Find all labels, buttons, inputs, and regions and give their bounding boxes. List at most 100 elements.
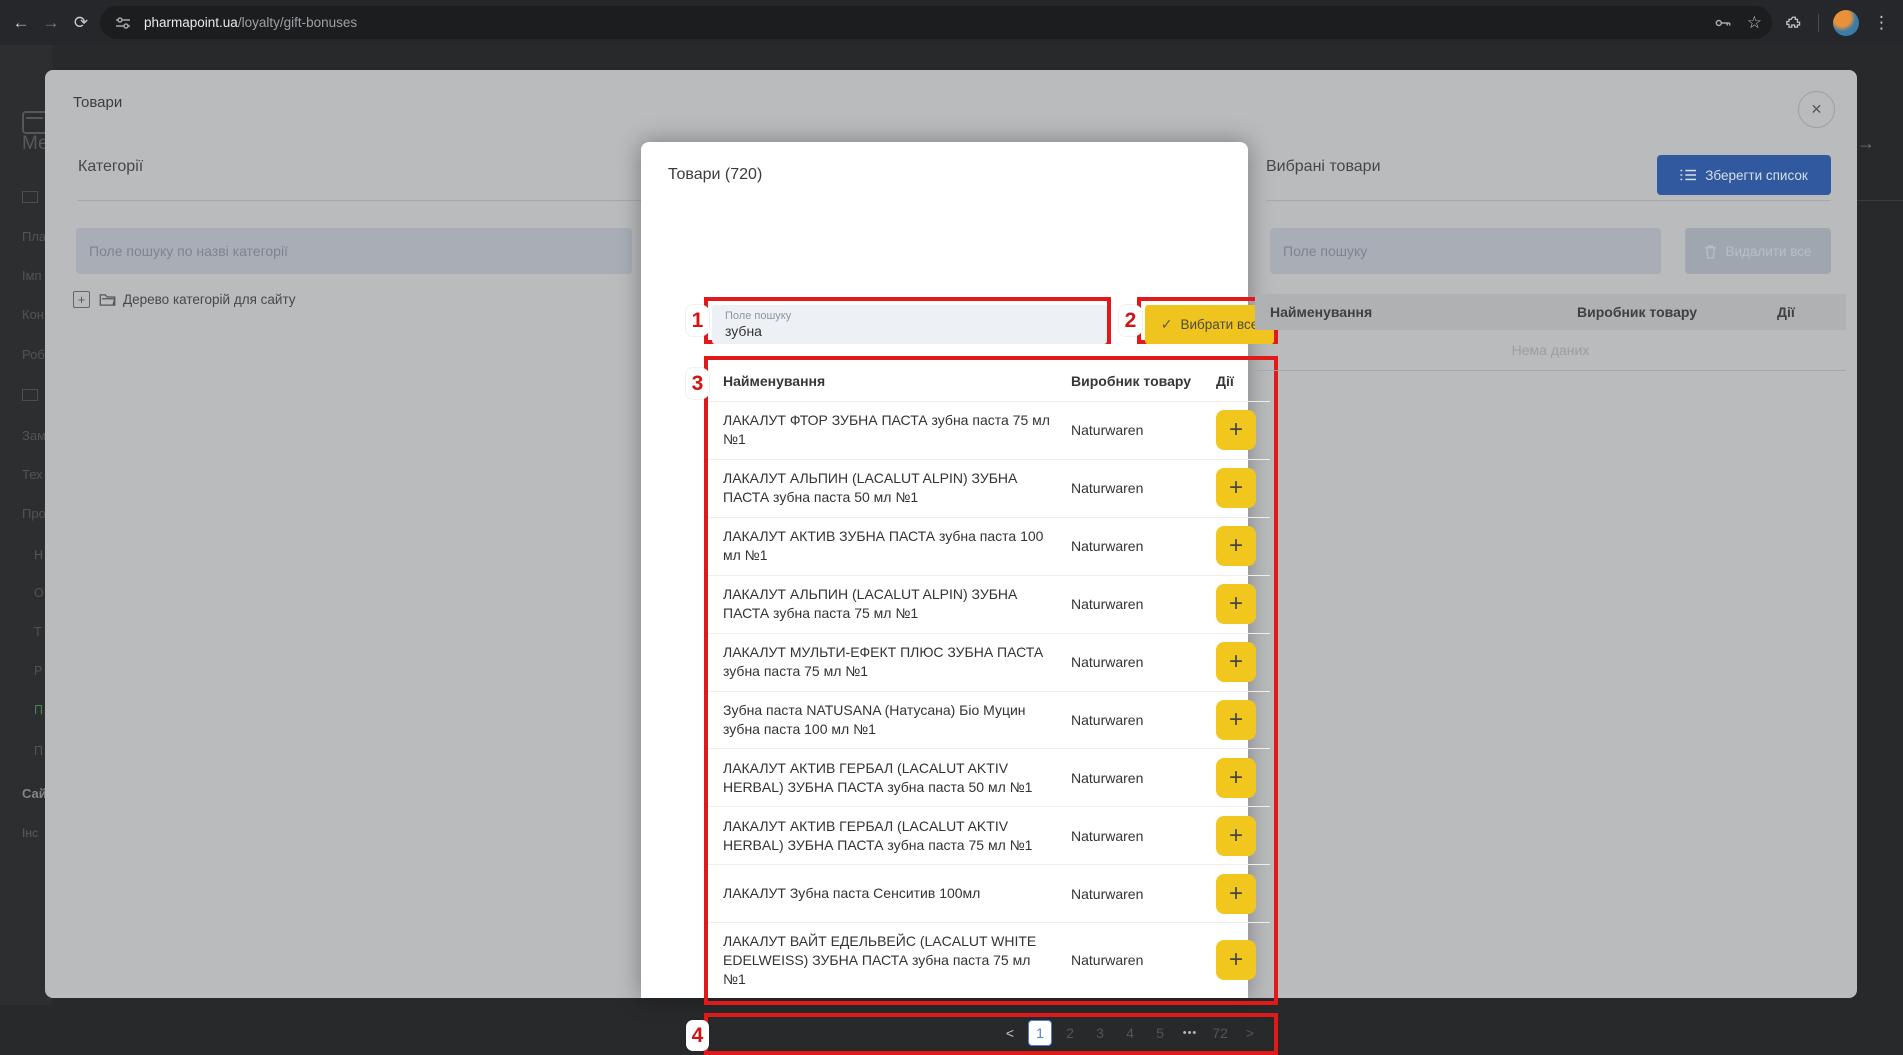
add-product-button[interactable]: + <box>1216 468 1256 508</box>
add-product-button[interactable]: + <box>1216 816 1256 856</box>
table-row: ЛАКАЛУТ АЛЬПИН (LACALUT ALPIN) ЗУБНА ПАС… <box>708 460 1270 518</box>
pagination-next[interactable]: > <box>1238 1020 1262 1046</box>
url-host: pharmapoint.ua <box>144 15 238 30</box>
unordered-list-icon <box>1680 168 1696 182</box>
add-product-button[interactable]: + <box>1216 874 1256 914</box>
pagination-page[interactable]: 5 <box>1148 1020 1172 1046</box>
reload-icon[interactable]: ⟳ <box>68 10 94 36</box>
table-row: ЛАКАЛУТ АКТИВ ГЕРБАЛ (LACALUT AKTIV HERB… <box>708 807 1270 865</box>
sidebar-subitem[interactable]: Н <box>34 548 43 562</box>
pagination-prev[interactable]: < <box>998 1020 1022 1046</box>
password-key-icon[interactable] <box>1713 13 1733 33</box>
product-name: ЛАКАЛУТ АКТИВ ЗУБНА ПАСТА зубна паста 10… <box>708 527 1071 565</box>
delete-all-button[interactable]: Видалити все <box>1685 228 1831 274</box>
profile-avatar[interactable] <box>1833 10 1859 36</box>
sidebar-item[interactable]: Кон <box>22 307 44 322</box>
sidebar-subitem[interactable]: О <box>34 586 44 600</box>
sidebar-item[interactable]: Роб <box>22 347 45 362</box>
sidebar-subitem-active[interactable]: П <box>34 703 43 717</box>
sidebar-subitem[interactable]: Р <box>34 664 42 678</box>
sidebar-subitem[interactable]: П <box>34 744 43 758</box>
extensions-icon[interactable] <box>1784 13 1804 33</box>
products-panel: Товари (720) Поле пошуку зубна 1 ✓ Вибра… <box>641 142 1248 998</box>
url-text[interactable]: pharmapoint.ua/loyalty/gift-bonuses <box>144 15 357 30</box>
sidebar-item[interactable]: Про <box>22 506 46 521</box>
sidebar-item[interactable]: Імп <box>22 268 42 283</box>
address-bar[interactable]: pharmapoint.ua/loyalty/gift-bonuses ☆ <box>100 6 1772 39</box>
product-manufacturer: Naturwaren <box>1071 952 1216 968</box>
table-row: ЛАКАЛУТ АКТИВ ЗУБНА ПАСТА зубна паста 10… <box>708 518 1270 576</box>
sidebar-subitem[interactable]: Т <box>34 625 42 639</box>
folder-open-icon <box>99 293 116 307</box>
trash-icon <box>1704 244 1717 259</box>
column-header-actions: Дії <box>1216 373 1255 389</box>
add-product-button[interactable]: + <box>1216 642 1256 682</box>
annotation-box-4: < 1 2 3 4 5 ••• 72 > <box>704 1013 1278 1055</box>
divider <box>1857 200 1903 201</box>
annotation-box-3: Найменування Виробник товару Дії ЛАКАЛУТ… <box>704 356 1278 1005</box>
product-name: ЛАКАЛУТ АКТИВ ГЕРБАЛ (LACALUT AKTIV HERB… <box>708 817 1071 855</box>
product-name: ЛАКАЛУТ АЛЬПИН (LACALUT ALPIN) ЗУБНА ПАС… <box>708 585 1071 623</box>
product-manufacturer: Naturwaren <box>1071 712 1216 728</box>
category-search-input[interactable]: Поле пошуку по назві категорії <box>76 228 632 274</box>
save-list-button[interactable]: Зберегти список <box>1657 155 1831 195</box>
add-product-button[interactable]: + <box>1216 584 1256 624</box>
product-manufacturer: Naturwaren <box>1071 538 1216 554</box>
pagination-page[interactable]: 2 <box>1058 1020 1082 1046</box>
forward-icon[interactable]: → <box>38 10 64 36</box>
expand-plus-icon[interactable]: + <box>73 291 90 308</box>
collapse-arrow-icon[interactable]: → <box>1857 133 1875 154</box>
column-header-name: Найменування <box>1255 304 1577 320</box>
sidebar-item[interactable]: Пла <box>22 229 46 244</box>
selected-search-input[interactable]: Поле пошуку <box>1270 228 1661 274</box>
pagination-page[interactable]: 4 <box>1118 1020 1142 1046</box>
back-icon[interactable]: ← <box>8 10 34 36</box>
product-name: ЛАКАЛУТ АЛЬПИН (LACALUT ALPIN) ЗУБНА ПАС… <box>708 469 1071 507</box>
divider <box>77 200 641 201</box>
add-product-button[interactable]: + <box>1216 526 1256 566</box>
column-header-actions: Дії <box>1777 304 1817 320</box>
pagination-page[interactable]: 3 <box>1088 1020 1112 1046</box>
pagination-page[interactable]: 72 <box>1208 1020 1232 1046</box>
selected-title: Вибрані товари <box>1266 158 1381 176</box>
sidebar-item[interactable]: Тех <box>22 467 43 482</box>
product-name: ЛАКАЛУТ ВАЙТ ЕДЕЛЬВЕЙС (LACALUT WHITE ED… <box>708 932 1071 989</box>
save-list-label: Зберегти список <box>1705 168 1808 183</box>
sidebar-item[interactable]: Інс <box>22 826 38 840</box>
table-row: ЛАКАЛУТ АЛЬПИН (LACALUT ALPIN) ЗУБНА ПАС… <box>708 576 1270 634</box>
divider <box>1255 370 1846 371</box>
category-tree-item[interactable]: + Дерево категорій для сайту <box>73 291 296 308</box>
browser-toolbar: ← → ⟳ pharmapoint.ua/loyalty/gift-bonuse… <box>0 0 1903 45</box>
sidebar-item[interactable]: Сай <box>22 786 47 801</box>
product-search-input[interactable]: Поле пошуку зубна <box>712 305 1107 344</box>
search-field-value: зубна <box>725 323 1107 340</box>
url-path: /loyalty/gift-bonuses <box>238 15 357 30</box>
product-name: ЛАКАЛУТ Зубна паста Сенситив 100мл <box>708 884 1071 903</box>
product-name: ЛАКАЛУТ ФТОР ЗУБНА ПАСТА зубна паста 75 … <box>708 411 1071 449</box>
pagination: < 1 2 3 4 5 ••• 72 > <box>998 1017 1262 1049</box>
bookmark-star-icon[interactable]: ☆ <box>1747 13 1762 33</box>
add-product-button[interactable]: + <box>1216 410 1256 450</box>
product-name: Зубна паста NATUSANA (Натусана) Біо Муци… <box>708 701 1071 739</box>
empty-state-text: Нема даних <box>1255 330 1846 370</box>
add-product-button[interactable]: + <box>1216 940 1256 980</box>
close-icon[interactable]: ✕ <box>1798 91 1835 128</box>
pagination-page-active[interactable]: 1 <box>1028 1020 1052 1046</box>
pagination-ellipsis-icon[interactable]: ••• <box>1178 1020 1202 1046</box>
delete-all-label: Видалити все <box>1725 244 1811 259</box>
chrome-menu-icon[interactable]: ⋮ <box>1873 13 1891 33</box>
toolbar-separator <box>1818 14 1819 32</box>
add-product-button[interactable]: + <box>1216 758 1256 798</box>
product-manufacturer: Naturwaren <box>1071 770 1216 786</box>
products-title: Товари (720) <box>668 166 762 184</box>
annotation-marker-3: 3 <box>686 368 709 399</box>
add-product-button[interactable]: + <box>1216 700 1256 740</box>
table-row: ЛАКАЛУТ ВАЙТ ЕДЕЛЬВЕЙС (LACALUT WHITE ED… <box>708 923 1270 997</box>
table-header-row: Найменування Виробник товару Дії <box>708 360 1270 402</box>
grid-icon <box>22 191 38 203</box>
product-name: ЛАКАЛУТ МУЛЬТИ-ЕФЕКТ ПЛЮС ЗУБНА ПАСТА зу… <box>708 643 1071 681</box>
sidebar-item[interactable]: Зам <box>22 428 46 443</box>
annotation-marker-2: 2 <box>1119 305 1142 336</box>
site-settings-icon[interactable] <box>114 14 132 32</box>
product-manufacturer: Naturwaren <box>1071 828 1216 844</box>
